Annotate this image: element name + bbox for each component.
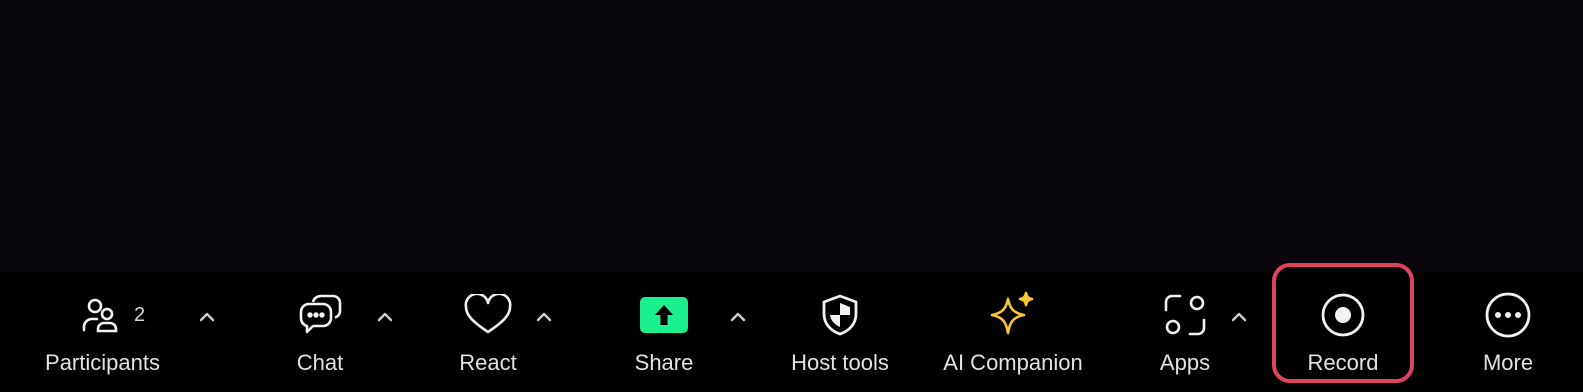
share-screen-icon <box>639 296 689 339</box>
sparkle-icon <box>988 291 1038 344</box>
apps-icon <box>1163 293 1207 342</box>
apps-button[interactable]: Apps <box>1140 272 1230 392</box>
host-tools-button[interactable]: Host tools <box>780 272 900 392</box>
react-options-caret[interactable] <box>533 308 555 326</box>
share-label: Share <box>634 350 694 375</box>
more-dots-icon <box>1483 290 1533 345</box>
shield-icon <box>820 293 860 342</box>
chat-button[interactable]: Chat <box>275 272 365 392</box>
heart-icon <box>463 292 513 341</box>
participants-icon <box>80 295 120 340</box>
share-button[interactable]: Share <box>619 272 709 392</box>
react-label: React <box>459 350 517 375</box>
chat-bubbles-icon <box>297 292 343 343</box>
more-button[interactable]: More <box>1463 272 1553 392</box>
share-options-caret[interactable] <box>727 308 749 326</box>
more-label: More <box>1482 350 1534 375</box>
record-highlight-frame <box>1272 263 1414 383</box>
chat-label: Chat <box>296 350 344 375</box>
host-tools-label: Host tools <box>791 350 889 375</box>
participants-label: Participants <box>45 350 160 375</box>
video-area <box>0 0 1583 272</box>
apps-label: Apps <box>1159 350 1211 375</box>
chat-options-caret[interactable] <box>374 308 396 326</box>
ai-companion-label: AI Companion <box>943 350 1083 375</box>
participants-options-caret[interactable] <box>196 308 218 326</box>
participants-count: 2 <box>134 304 146 326</box>
ai-companion-button[interactable]: AI Companion <box>930 272 1096 392</box>
react-button[interactable]: React <box>443 272 533 392</box>
apps-options-caret[interactable] <box>1228 308 1250 326</box>
participants-button[interactable]: 2 Participants <box>30 272 175 392</box>
